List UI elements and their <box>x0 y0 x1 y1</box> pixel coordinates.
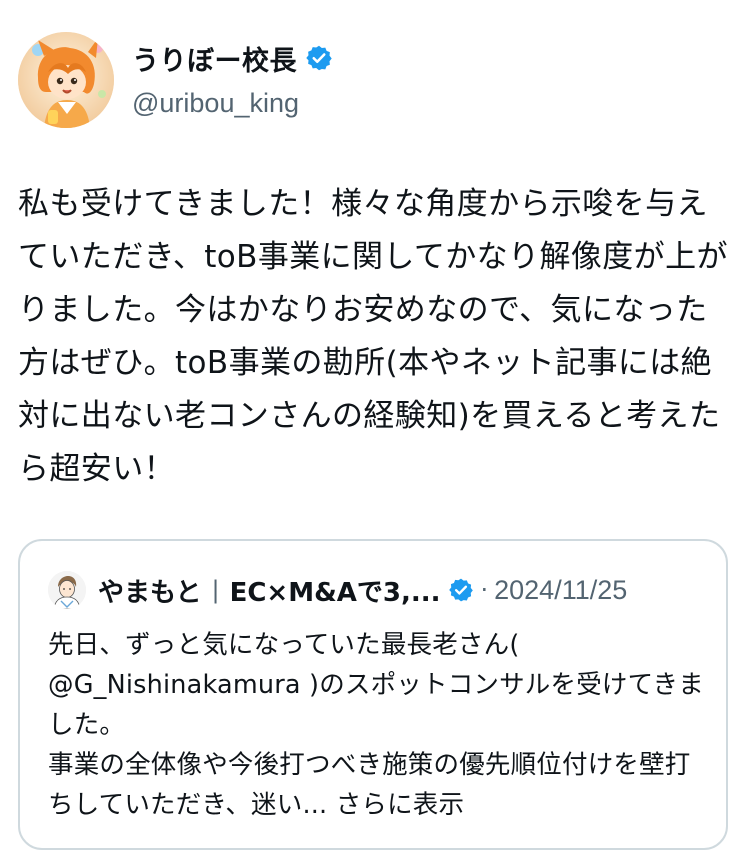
date-separator-dot: · <box>480 576 489 604</box>
author-info: うりぼー校長 @uribou_king <box>132 38 333 119</box>
author-handle[interactable]: @uribou_king <box>132 88 333 119</box>
verified-badge-icon[interactable] <box>305 44 333 72</box>
author-avatar[interactable] <box>18 32 114 128</box>
quoted-tweet-text: 先日、ずっと気になっていた最長老さん( @G_Nishinakamura )のス… <box>48 625 708 825</box>
tweet-header: うりぼー校長 @uribou_king <box>18 32 732 132</box>
quoted-author-name[interactable]: やまもと <box>98 572 201 609</box>
tweet-text: 私も受けてきました！様々な角度から示唆を与えていただき、toB事業に関してかなり… <box>18 186 728 487</box>
character-avatar-icon <box>18 32 114 128</box>
person-sketch-avatar-icon <box>48 571 86 609</box>
quoted-tweet-date[interactable]: 2024/11/25 <box>494 575 627 606</box>
quoted-tweet-header: やまもと | EC×M&Aで3,... · 2024/11/25 <box>48 567 627 613</box>
name-line: うりぼー校長 <box>132 38 333 78</box>
quoted-verified-badge-icon <box>448 577 474 603</box>
quoted-tweet-card[interactable]: やまもと | EC×M&Aで3,... · 2024/11/25 先日、ずっと気… <box>18 539 728 850</box>
quoted-author-avatar[interactable] <box>48 571 86 609</box>
quoted-author-bio-name[interactable]: EC×M&Aで3,... <box>230 572 441 609</box>
author-display-name[interactable]: うりぼー校長 <box>132 39 297 78</box>
name-separator: | <box>211 576 220 604</box>
show-more-link[interactable]: さらに表示 <box>336 790 465 820</box>
